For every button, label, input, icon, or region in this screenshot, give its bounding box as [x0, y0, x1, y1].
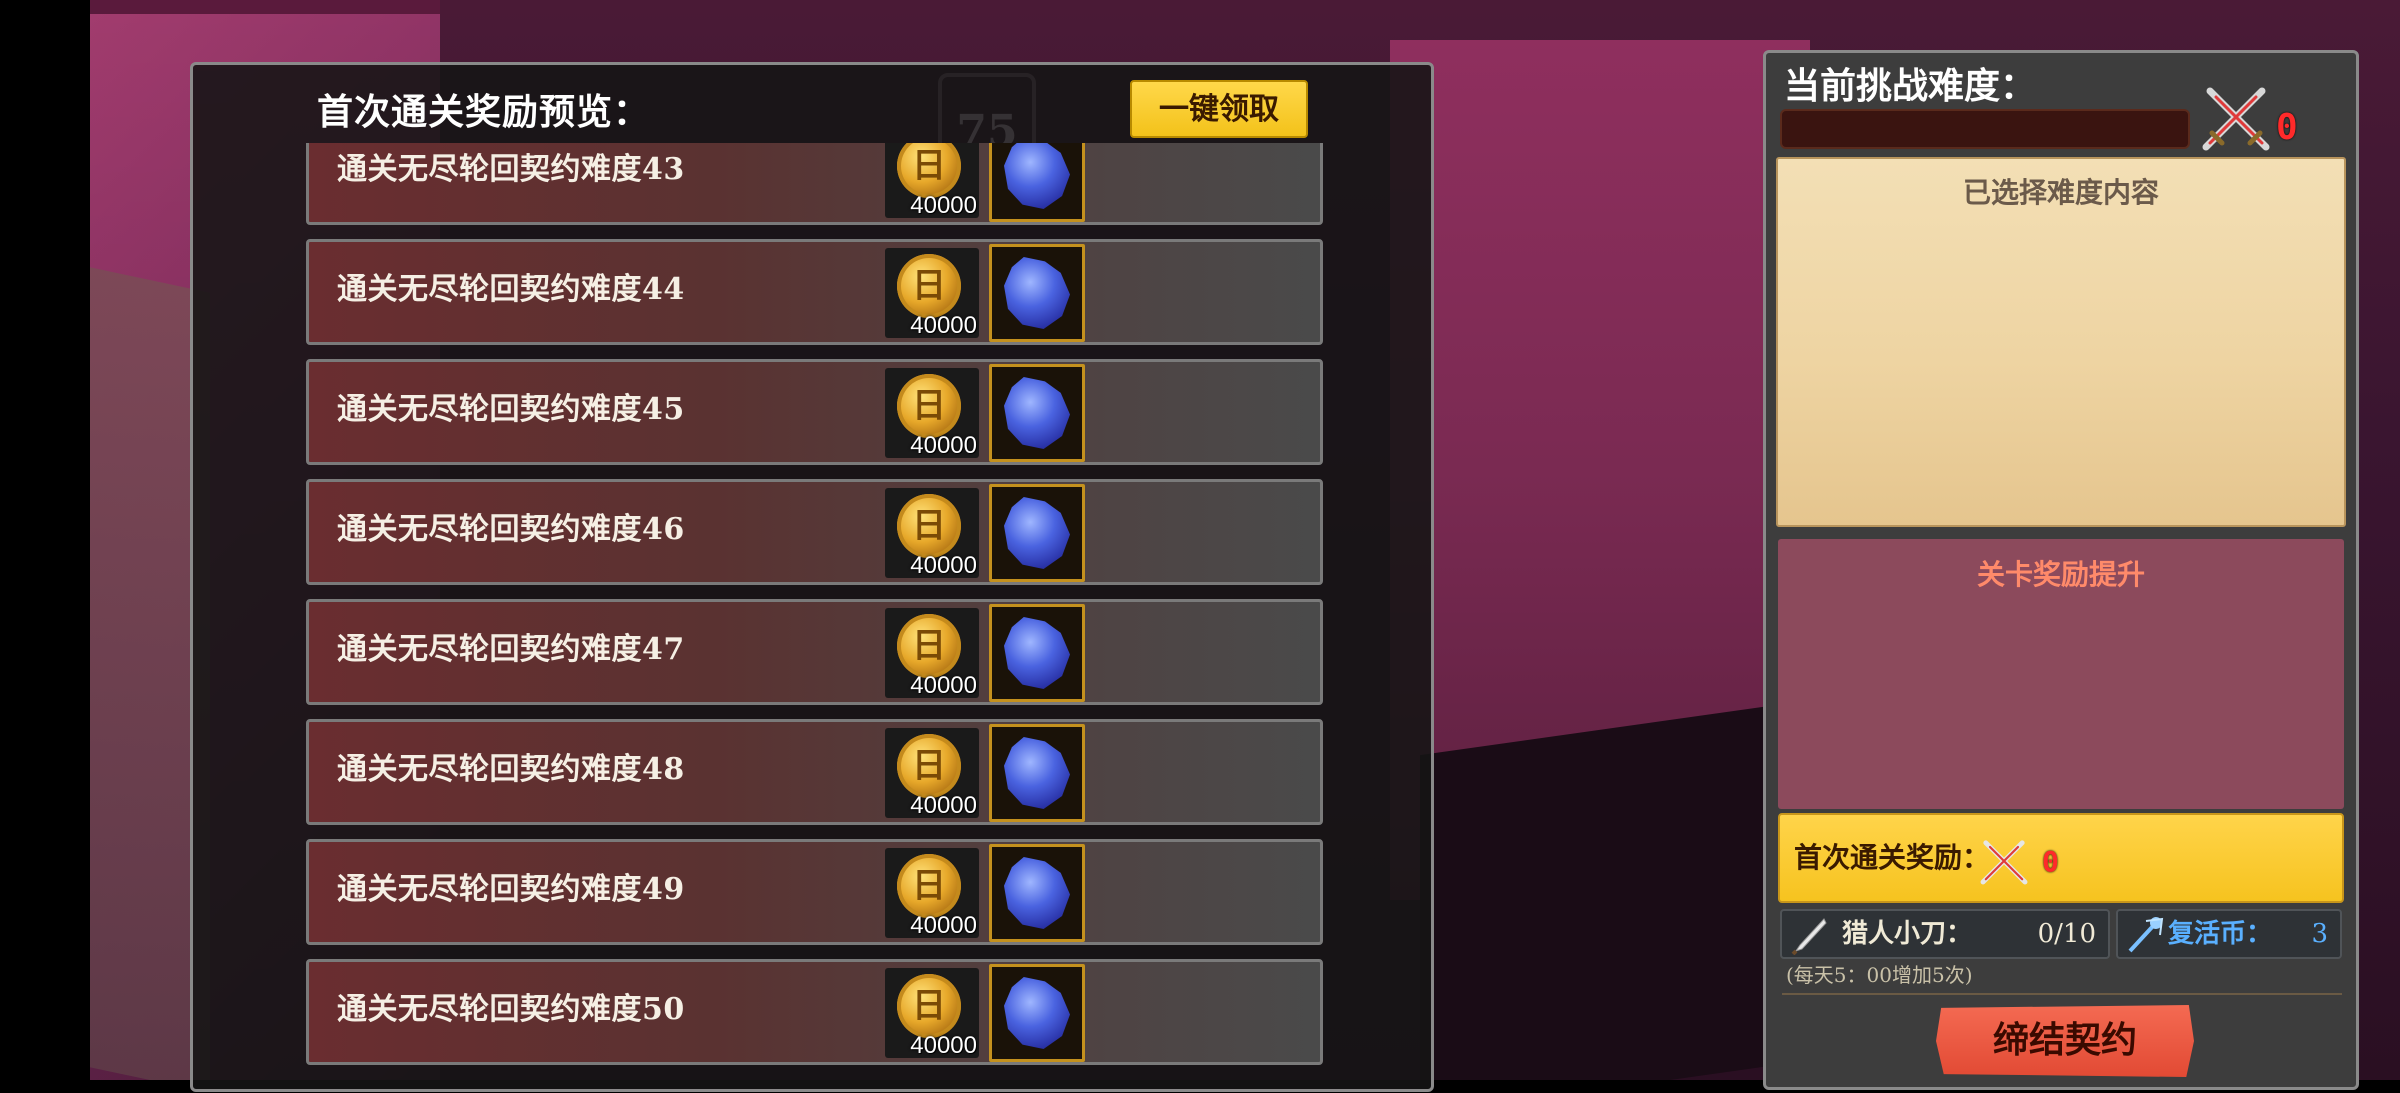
- reward-row: 通关无尽轮回契约难度49 日 40000: [306, 839, 1323, 945]
- reward-row: 通关无尽轮回契约难度48 日 40000: [306, 719, 1323, 825]
- coin-reward-slot[interactable]: 日 40000: [885, 368, 979, 459]
- row-label: 通关无尽轮回契约难度49: [337, 872, 685, 907]
- reward-row: 通关无尽轮回契约难度45 日 40000: [306, 359, 1323, 465]
- coin-reward-slot[interactable]: 日 40000: [885, 848, 979, 939]
- knife-icon: [1791, 918, 1827, 955]
- blue-crystal-icon: [1004, 617, 1070, 689]
- row-label: 通关无尽轮回契约难度48: [337, 752, 685, 787]
- difficulty-title: 当前挑战难度：: [1784, 65, 2037, 107]
- reward-row: 通关无尽轮回契约难度46 日 40000: [306, 479, 1323, 585]
- row-label: 通关无尽轮回契约难度43: [337, 152, 685, 187]
- revive-coin-label: 复活币：: [2168, 919, 2273, 949]
- first-clear-reward-bar: 首次通关奖励： 0: [1778, 813, 2344, 903]
- coin-quantity: 40000: [910, 912, 977, 939]
- row-label: 通关无尽轮回契约难度45: [337, 392, 685, 427]
- coin-reward-slot[interactable]: 日 40000: [885, 248, 979, 339]
- row-label: 通关无尽轮回契约难度44: [337, 272, 685, 307]
- coin-icon: 日: [897, 374, 961, 438]
- coin-reward-slot[interactable]: 日 40000: [885, 488, 979, 579]
- difficulty-bar: [1780, 109, 2190, 149]
- coin-reward-slot[interactable]: 日 40000: [885, 608, 979, 699]
- blue-crystal-icon: [1004, 497, 1070, 569]
- crystal-reward-slot[interactable]: [989, 844, 1085, 942]
- panel-title: 首次通关奖励预览：: [317, 91, 651, 133]
- revive-staff-icon: [2128, 917, 2164, 953]
- hunter-knife-label: 猎人小刀：: [1842, 919, 1973, 949]
- coin-quantity: 40000: [910, 192, 977, 219]
- reward-row: 通关无尽轮回契约难度50 日 40000: [306, 959, 1323, 1065]
- coin-quantity: 40000: [910, 552, 977, 579]
- row-label: 通关无尽轮回契约难度46: [337, 512, 685, 547]
- reward-row: 通关无尽轮回契约难度44 日 40000: [306, 239, 1323, 345]
- reward-row: 通关无尽轮回契约难度43 日 40000: [306, 143, 1323, 225]
- first-clear-label: 首次通关奖励：: [1794, 841, 1991, 874]
- coin-icon: 日: [897, 974, 961, 1038]
- coin-icon: 日: [897, 494, 961, 558]
- coin-icon: 日: [897, 734, 961, 798]
- sign-contract-button[interactable]: 缔结契约: [1936, 1005, 2194, 1077]
- coin-quantity: 40000: [910, 432, 977, 459]
- coin-icon: 日: [897, 143, 961, 198]
- selected-content-title: 已选择难度内容: [1962, 176, 2159, 209]
- selected-difficulty-content[interactable]: 已选择难度内容: [1776, 157, 2346, 527]
- coin-icon: 日: [897, 254, 961, 318]
- row-label: 通关无尽轮回契约难度50: [337, 992, 685, 1027]
- hunter-knife-stat: 猎人小刀： 0/10: [1780, 909, 2110, 959]
- row-label: 通关无尽轮回契约难度47: [337, 632, 685, 667]
- reward-row: 通关无尽轮回契约难度47 日 40000: [306, 599, 1323, 705]
- crystal-reward-slot[interactable]: [989, 364, 1085, 462]
- coin-reward-slot[interactable]: 日 40000: [885, 143, 979, 219]
- reward-list[interactable]: 通关无尽轮回契约难度43 日 40000 通关无尽轮回契约难度44 日 4000…: [306, 143, 1326, 1093]
- first-clear-count: 0: [2042, 845, 2059, 878]
- blue-crystal-icon: [1004, 257, 1070, 329]
- claim-all-button[interactable]: 一键领取: [1130, 80, 1308, 138]
- blue-crystal-icon: [1004, 737, 1070, 809]
- coin-reward-slot[interactable]: 日 40000: [885, 728, 979, 819]
- crystal-reward-slot[interactable]: [989, 604, 1085, 702]
- crystal-reward-slot[interactable]: [989, 484, 1085, 582]
- blue-crystal-icon: [1004, 377, 1070, 449]
- crossed-swords-icon: [2202, 87, 2270, 151]
- revive-coin-value: 3: [2311, 919, 2328, 949]
- first-clear-reward-panel: 75 首次通关奖励预览： 一键领取 通关无尽轮回契约难度43 日 40000 通…: [190, 62, 1434, 1092]
- coin-icon: 日: [897, 854, 961, 918]
- daily-note: (每天5：00增加5次): [1786, 963, 1973, 987]
- coin-quantity: 40000: [910, 792, 977, 819]
- blue-crystal-icon: [1004, 977, 1070, 1049]
- divider: [1782, 993, 2342, 995]
- difficulty-count: 0: [2276, 107, 2298, 148]
- crystal-reward-slot[interactable]: [989, 143, 1085, 222]
- blue-crystal-icon: [1004, 143, 1070, 209]
- hunter-knife-value: 0/10: [2037, 919, 2096, 949]
- crystal-reward-slot[interactable]: [989, 244, 1085, 342]
- coin-quantity: 40000: [910, 1032, 977, 1059]
- stage-bonus-box: 关卡奖励提升: [1778, 539, 2344, 809]
- blue-crystal-icon: [1004, 857, 1070, 929]
- coin-icon: 日: [897, 614, 961, 678]
- crystal-reward-slot[interactable]: [989, 964, 1085, 1062]
- coin-reward-slot[interactable]: 日 40000: [885, 968, 979, 1059]
- challenge-difficulty-panel: 当前挑战难度： 0 已选择难度内容 关卡奖励提升 首次通关奖励： 0 猎人小刀：…: [1763, 50, 2359, 1090]
- crystal-reward-slot[interactable]: [989, 724, 1085, 822]
- revive-coin-stat: 复活币： 3: [2116, 909, 2342, 959]
- crossed-swords-icon: [1980, 840, 2028, 885]
- coin-quantity: 40000: [910, 312, 977, 339]
- coin-quantity: 40000: [910, 672, 977, 699]
- stage-bonus-title: 关卡奖励提升: [1976, 558, 2145, 591]
